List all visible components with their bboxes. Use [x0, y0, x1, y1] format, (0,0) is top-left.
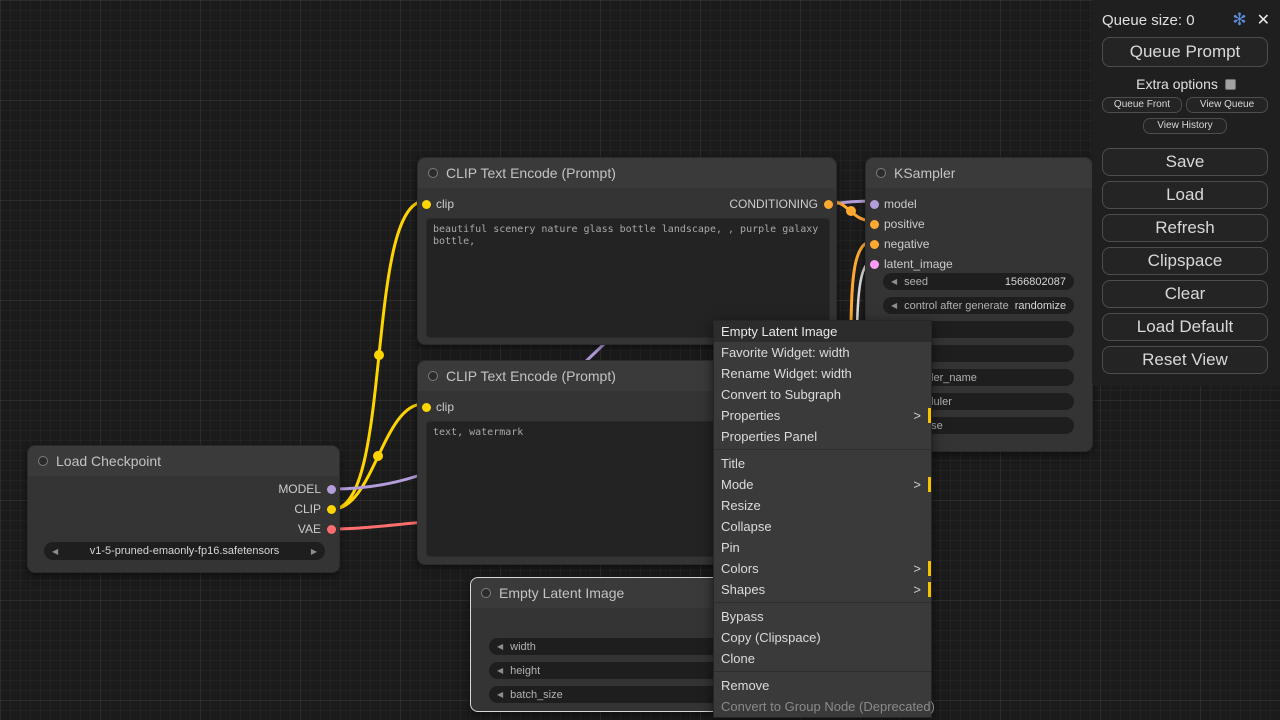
link-dot-clip-2[interactable]	[373, 451, 383, 461]
close-icon[interactable]: ✕	[1257, 10, 1270, 30]
control-after-generate-widget[interactable]: ◀ control after generate randomize	[883, 297, 1074, 314]
menu-item-collapse[interactable]: Collapse	[714, 516, 931, 537]
latent-input-dot[interactable]	[870, 260, 879, 269]
link-dot-clip-1[interactable]	[374, 350, 384, 360]
clip-output-dot[interactable]	[327, 505, 336, 514]
seed-widget[interactable]: ◀ seed 1566802087	[883, 273, 1074, 290]
submenu-highlight	[928, 408, 931, 423]
save-button[interactable]: Save	[1102, 148, 1268, 176]
input-row-negative: negative	[866, 236, 1092, 252]
menu-item-remove[interactable]: Remove	[714, 675, 931, 696]
menu-item-properties-panel[interactable]: Properties Panel	[714, 426, 931, 447]
submenu-highlight	[928, 561, 931, 576]
ckpt-name-combo[interactable]: ◀ v1-5-pruned-emaonly-fp16.safetensors ▶	[44, 542, 325, 560]
menu-item-mode[interactable]: Mode>	[714, 474, 931, 495]
input-row-latent-image: latent_image	[866, 256, 1092, 272]
menu-item-bypass[interactable]: Bypass	[714, 606, 931, 627]
menu-item-colors[interactable]: Colors>	[714, 558, 931, 579]
positive-input-dot[interactable]	[870, 220, 879, 229]
collapse-dot-icon[interactable]	[481, 588, 491, 598]
stepper-left-arrow-icon[interactable]: ◀	[497, 666, 503, 675]
extra-options-checkbox[interactable]	[1225, 79, 1236, 90]
stepper-left-arrow-icon[interactable]: ◀	[891, 301, 897, 310]
view-history-button[interactable]: View History	[1143, 118, 1227, 134]
queue-prompt-button[interactable]: Queue Prompt	[1102, 37, 1268, 67]
queue-front-button[interactable]: Queue Front	[1102, 97, 1182, 113]
node-title: Load Checkpoint	[56, 453, 161, 469]
node-header[interactable]: Load Checkpoint	[28, 446, 339, 476]
node-title: CLIP Text Encode (Prompt)	[446, 165, 616, 181]
settings-gear-icon[interactable]: ✻	[1232, 10, 1246, 30]
input-row-positive: positive	[866, 216, 1092, 232]
extra-options-label: Extra options	[1136, 76, 1218, 92]
collapse-dot-icon[interactable]	[428, 371, 438, 381]
collapse-dot-icon[interactable]	[876, 168, 886, 178]
menu-item-clone[interactable]: Clone	[714, 648, 931, 669]
load-button[interactable]: Load	[1102, 181, 1268, 209]
submenu-arrow-icon: >	[913, 558, 921, 579]
submenu-highlight	[928, 582, 931, 597]
slot-row: clip CONDITIONING	[418, 196, 836, 212]
node-load-checkpoint[interactable]: Load Checkpoint MODEL CLIP VAE ◀ v1-5-pr…	[27, 445, 340, 573]
menu-item-pin[interactable]: Pin	[714, 537, 931, 558]
clip-input-dot[interactable]	[422, 200, 431, 209]
stepper-left-arrow-icon[interactable]: ◀	[497, 642, 503, 651]
view-queue-button[interactable]: View Queue	[1186, 97, 1268, 113]
stepper-left-arrow-icon[interactable]: ◀	[891, 277, 897, 286]
stepper-left-arrow-icon[interactable]: ◀	[497, 690, 503, 699]
combo-right-arrow-icon[interactable]: ▶	[311, 547, 317, 556]
load-default-button[interactable]: Load Default	[1102, 313, 1268, 341]
menu-item-resize[interactable]: Resize	[714, 495, 931, 516]
negative-input-dot[interactable]	[870, 240, 879, 249]
menu-item-properties[interactable]: Properties>	[714, 405, 931, 426]
submenu-arrow-icon: >	[913, 579, 921, 600]
node-header[interactable]: KSampler	[866, 158, 1092, 188]
collapse-dot-icon[interactable]	[38, 456, 48, 466]
reset-view-button[interactable]: Reset View	[1102, 346, 1268, 374]
output-row-clip: CLIP	[28, 501, 339, 517]
submenu-arrow-icon: >	[913, 474, 921, 495]
clip-input-dot[interactable]	[422, 403, 431, 412]
node-title: Empty Latent Image	[499, 585, 624, 601]
submenu-arrow-icon: >	[913, 405, 921, 426]
node-context-menu: Empty Latent Image Favorite Widget: widt…	[713, 320, 932, 718]
node-header[interactable]: CLIP Text Encode (Prompt)	[418, 158, 836, 188]
refresh-button[interactable]: Refresh	[1102, 214, 1268, 242]
vae-output-dot[interactable]	[327, 525, 336, 534]
model-input-dot[interactable]	[870, 200, 879, 209]
link-dot-conditioning[interactable]	[846, 206, 856, 216]
node-title: KSampler	[894, 165, 955, 181]
menu-item-favorite-widget[interactable]: Favorite Widget: width	[714, 342, 931, 363]
collapse-dot-icon[interactable]	[428, 168, 438, 178]
input-row-model: model	[866, 196, 1092, 212]
clipspace-button[interactable]: Clipspace	[1102, 247, 1268, 275]
node-title: CLIP Text Encode (Prompt)	[446, 368, 616, 384]
queue-size-label: Queue size: 0	[1102, 12, 1195, 29]
clear-button[interactable]: Clear	[1102, 280, 1268, 308]
context-menu-title: Empty Latent Image	[714, 321, 931, 342]
menu-item-rename-widget[interactable]: Rename Widget: width	[714, 363, 931, 384]
conditioning-output-dot[interactable]	[824, 200, 833, 209]
menu-item-shapes[interactable]: Shapes>	[714, 579, 931, 600]
submenu-highlight	[928, 477, 931, 492]
menu-item-title[interactable]: Title	[714, 453, 931, 474]
output-row-model: MODEL	[28, 481, 339, 497]
output-row-vae: VAE	[28, 521, 339, 537]
comfy-menu-panel: Queue size: 0 ✻ ✕ Queue Prompt Extra opt…	[1092, 0, 1280, 386]
menu-item-convert-to-subgraph[interactable]: Convert to Subgraph	[714, 384, 931, 405]
node-clip-text-encode-positive[interactable]: CLIP Text Encode (Prompt) clip CONDITION…	[417, 157, 837, 345]
menu-item-convert-to-group-node[interactable]: Convert to Group Node (Deprecated)	[714, 696, 931, 717]
model-output-dot[interactable]	[327, 485, 336, 494]
menu-item-copy-clipspace[interactable]: Copy (Clipspace)	[714, 627, 931, 648]
